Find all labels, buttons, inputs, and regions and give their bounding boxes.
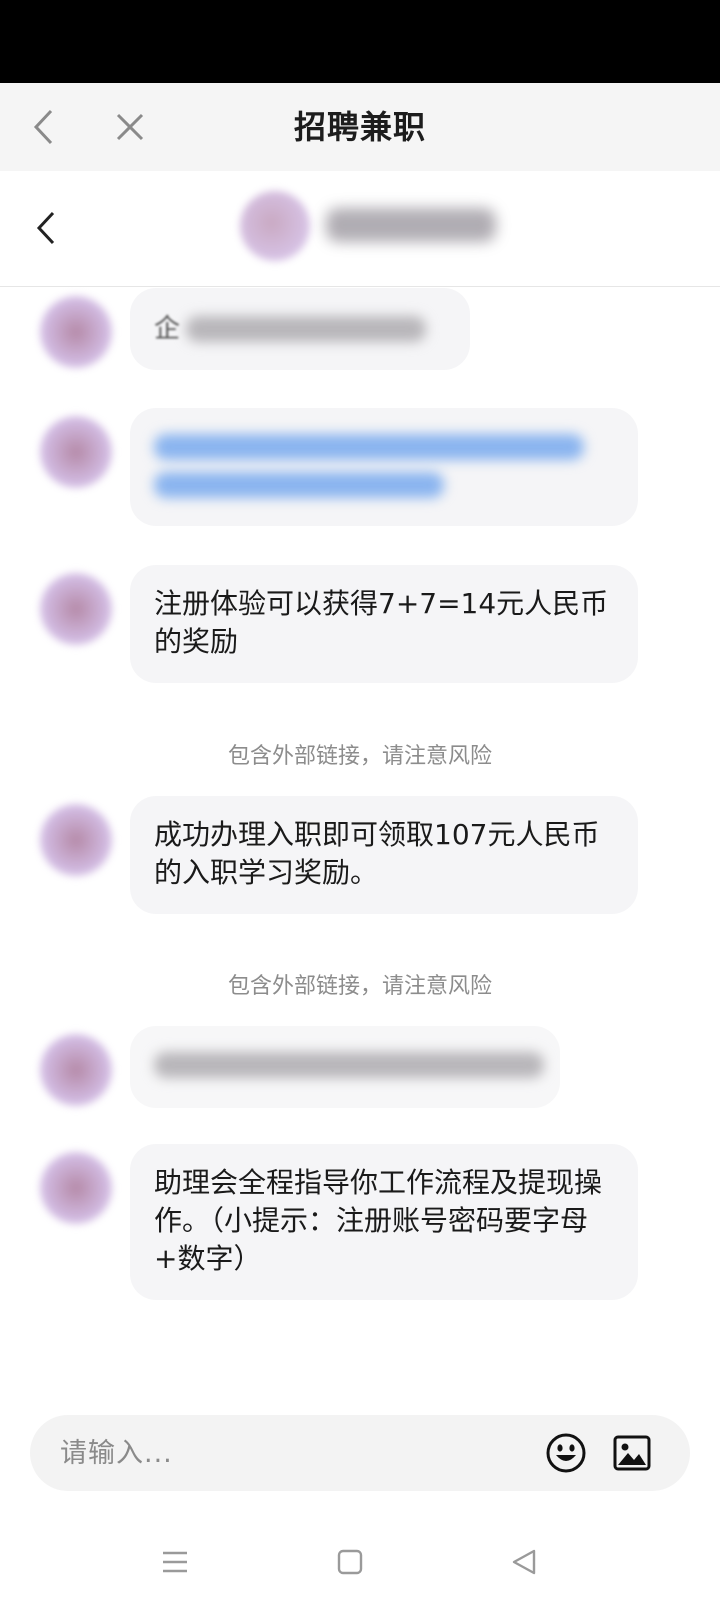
risk-notice: 包含外部链接，请注意风险 — [227, 744, 492, 769]
sender-avatar[interactable] — [40, 296, 112, 368]
message-bubble[interactable]: 注册体验可以获得7+7=14元人民币的奖励 — [130, 565, 638, 683]
message-bubble-blurred[interactable]: 企 — [130, 288, 470, 370]
message-bubble-blurred[interactable] — [130, 1026, 560, 1108]
blurred-link-line — [154, 434, 584, 460]
chevron-left-icon[interactable] — [24, 206, 68, 250]
sender-avatar[interactable] — [40, 1152, 112, 1224]
webview-toolbar: 招聘兼职 — [0, 83, 720, 171]
back-triangle-icon[interactable] — [502, 1540, 546, 1584]
message-bubble-link-blurred[interactable] — [130, 408, 638, 526]
menu-icon[interactable] — [153, 1540, 197, 1584]
blurred-text — [186, 316, 427, 342]
message-list[interactable]: 企 注册体验可以获得7+7=14元人民币的奖励 包含外部链接，请注意风险 成功办… — [0, 288, 720, 1408]
blurred-link-line — [154, 472, 444, 498]
emoji-icon[interactable] — [544, 1431, 588, 1475]
system-nav-bar — [0, 1520, 720, 1604]
blurred-first-char: 企 — [154, 314, 181, 344]
page-title: 招聘兼职 — [293, 108, 426, 146]
blurred-text — [154, 1052, 544, 1078]
status-bar — [0, 0, 720, 83]
chat-header — [0, 171, 720, 287]
sender-avatar[interactable] — [40, 416, 112, 488]
sender-avatar[interactable] — [40, 1034, 112, 1106]
sender-avatar[interactable] — [40, 573, 112, 645]
sender-avatar[interactable] — [40, 804, 112, 876]
message-bubble[interactable]: 成功办理入职即可领取107元人民币的入职学习奖励。 — [130, 796, 638, 914]
message-bubble[interactable]: 助理会全程指导你工作流程及提现操作。（小提示：注册账号密码要字母+数字） — [130, 1144, 638, 1300]
image-icon[interactable] — [610, 1431, 654, 1475]
contact-name-blurred — [326, 208, 496, 242]
contact-avatar[interactable] — [240, 191, 310, 261]
message-input-bar — [30, 1415, 690, 1491]
home-square-icon[interactable] — [328, 1540, 372, 1584]
risk-notice: 包含外部链接，请注意风险 — [227, 974, 492, 999]
message-input[interactable] — [60, 1415, 540, 1491]
